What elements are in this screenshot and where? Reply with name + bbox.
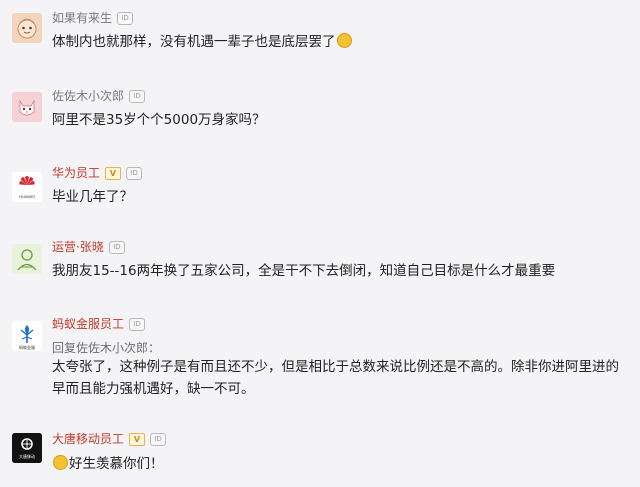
emoji-icon: [336, 33, 352, 48]
cartoon-face-icon: [12, 13, 42, 43]
ant-logo-text: 蚂蚁金服: [19, 344, 35, 350]
username[interactable]: 蚂蚁金服员工: [52, 316, 124, 332]
datang-logo-icon: 大唐移动: [12, 433, 42, 463]
avatar[interactable]: [12, 92, 42, 122]
username[interactable]: 如果有来生: [52, 10, 112, 26]
comment-text-line: 早而且能力强机遇好，缺一不可。: [52, 381, 255, 397]
avatar[interactable]: [12, 13, 42, 43]
verified-badge-icon: V: [129, 432, 146, 446]
comment-text: 好生羡慕你们！: [69, 456, 164, 472]
name-line: 运营·张晓 ID: [52, 239, 125, 255]
name-line: 如果有来生 ID: [52, 10, 134, 26]
comment-text: 我朋友15--16两年换了五家公司，全是干不下去倒闭，知道自己目标是什么才最重要: [52, 263, 556, 279]
comment-text-wrap: 体制内也就那样，没有机遇一辈子也是底层罢了: [52, 31, 632, 53]
id-badge-icon: ID: [108, 240, 125, 254]
id-badge-icon: ID: [150, 432, 167, 446]
username[interactable]: 大唐移动员工: [52, 431, 124, 447]
avatar[interactable]: [12, 244, 42, 274]
id-badge-icon: ID: [129, 317, 146, 331]
name-line: 蚂蚁金服员工 ID: [52, 316, 146, 332]
name-line: 大唐移动员工 V ID: [52, 431, 167, 447]
username[interactable]: 华为员工: [52, 165, 100, 181]
name-line: 佐佐木小次郎 ID: [52, 88, 146, 104]
username[interactable]: 佐佐木小次郎: [52, 88, 124, 104]
huawei-logo-icon: HUAWEI: [12, 172, 42, 202]
comment-text: 毕业几年了？: [52, 189, 133, 205]
ant-financial-logo-icon: 蚂蚁金服: [12, 321, 42, 351]
cat-face-icon: [12, 92, 42, 122]
datang-logo-text: 大唐移动: [19, 453, 35, 459]
id-badge-icon: ID: [126, 166, 143, 180]
comment-text-line: 太夸张了，这种例子是有而且还不少，但是相比于总数来说比例还是不高的。除非你进阿里…: [52, 359, 619, 375]
huawei-logo-text: HUAWEI: [19, 194, 35, 199]
id-badge-icon: ID: [117, 11, 134, 25]
user-silhouette-icon: [12, 244, 42, 274]
avatar[interactable]: 大唐移动: [12, 433, 42, 463]
username[interactable]: 运营·张晓: [52, 239, 104, 255]
comment-text-wrap: 好生羡慕你们！: [52, 453, 632, 475]
id-badge-icon: ID: [129, 89, 146, 103]
name-line: 华为员工 V ID: [52, 165, 143, 181]
comment-text: 体制内也就那样，没有机遇一辈子也是底层罢了: [52, 34, 336, 50]
reply-to-label[interactable]: 回复佐佐木小次郎：: [52, 340, 160, 356]
verified-badge-icon: V: [105, 166, 122, 180]
emoji-icon: [53, 455, 68, 470]
avatar[interactable]: 蚂蚁金服: [12, 321, 42, 351]
comment-text: 阿里不是35岁个个5000万身家吗？: [52, 112, 266, 128]
avatar[interactable]: HUAWEI: [12, 172, 42, 202]
